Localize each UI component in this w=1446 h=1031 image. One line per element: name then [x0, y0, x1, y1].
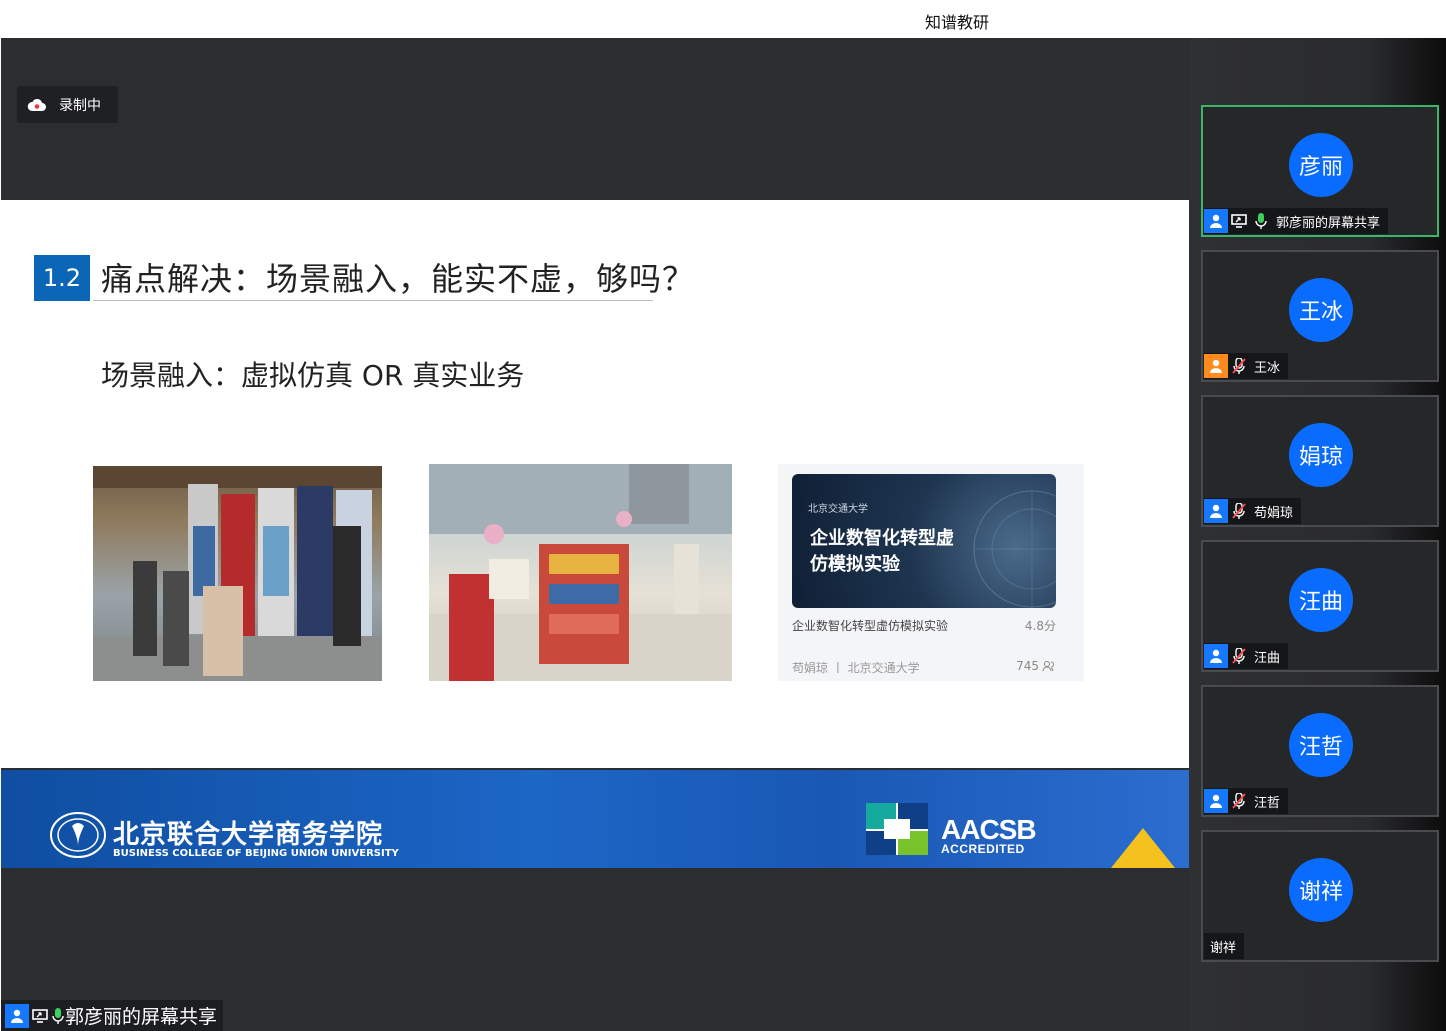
participant-tile[interactable]: 王冰 王冰 — [1201, 250, 1439, 382]
screen-share-icon — [29, 1004, 51, 1028]
mic-on-icon — [1250, 209, 1272, 233]
participant-name: 郭彦丽的屏幕共享 — [1276, 215, 1381, 231]
participants-sidebar: 彦丽 郭彦丽的屏幕共享 王冰 王冰 娟琼 苟娟琼 汪曲 汪曲 汪哲 汪哲 谢祥 … — [1189, 38, 1446, 1031]
cloud-icon — [27, 98, 46, 111]
title-bar: 知谱教研 — [0, 0, 1446, 38]
aacsb-logo-icon — [866, 803, 928, 855]
course-banner: 北京交通大学 企业数智化转型虚仿模拟实验 — [792, 474, 1056, 608]
screen-share-icon — [1228, 209, 1250, 233]
globe-graphic — [973, 490, 1056, 608]
recording-label: 录制中 — [59, 97, 101, 114]
participant-tile[interactable]: 彦丽 郭彦丽的屏幕共享 — [1201, 105, 1439, 237]
mic-on-icon — [51, 1004, 65, 1028]
course-school-logo: 北京交通大学 — [808, 504, 868, 515]
learner-count-value: 745 — [1016, 659, 1039, 673]
mic-muted-icon — [1228, 789, 1250, 813]
participant-tile[interactable]: 娟琼 苟娟琼 — [1201, 395, 1439, 527]
course-learner-count: 745 — [1016, 659, 1056, 673]
course-teacher-school: 苟娟琼 丨 北京交通大学 — [792, 661, 920, 675]
recording-badge[interactable]: 录制中 — [17, 86, 118, 123]
avatar: 娟琼 — [1289, 423, 1353, 487]
shared-screen-stage: 录制中 1.2 痛点解决：场景融入，能实不虚，够吗？ 场景融入：虚拟仿真 OR … — [1, 38, 1189, 1031]
avatar: 彦丽 — [1289, 133, 1353, 197]
participant-name-bar: 汪曲 — [1204, 643, 1289, 669]
university-emblem-icon — [50, 812, 106, 858]
participant-name-bar: 郭彦丽的屏幕共享 — [1204, 208, 1389, 234]
screen-share-label: 郭彦丽的屏幕共享 — [1, 1000, 224, 1031]
participant-name-bar: 谢祥 — [1204, 933, 1245, 959]
app-title: 知谱教研 — [925, 13, 990, 32]
aacsb-accredited-text: ACCREDITED — [941, 842, 1025, 856]
participant-name: 汪曲 — [1254, 650, 1281, 666]
participant-name: 王冰 — [1254, 360, 1281, 376]
course-score: 4.8分 — [1024, 619, 1056, 633]
title-underline — [93, 300, 653, 301]
participant-name-bar: 王冰 — [1204, 353, 1289, 379]
store-photo — [429, 464, 732, 681]
presentation-slide: 1.2 痛点解决：场景融入，能实不虚，够吗？ 场景融入：虚拟仿真 OR 真实业务 — [1, 200, 1189, 868]
user-icon — [1204, 644, 1228, 668]
participant-name: 谢祥 — [1210, 940, 1237, 956]
participant-name: 汪哲 — [1254, 795, 1281, 811]
slide-footer-banner: 北京联合大学商务学院 BUSINESS COLLEGE OF BEIJING U… — [1, 770, 1189, 868]
footer-decoration — [1111, 828, 1175, 868]
user-icon — [5, 1003, 29, 1028]
course-banner-title: 企业数智化转型虚仿模拟实验 — [810, 528, 954, 575]
slide-subtitle: 场景融入：虚拟仿真 OR 真实业务 — [101, 359, 525, 392]
participant-tile[interactable]: 谢祥 谢祥 — [1201, 830, 1439, 962]
avatar: 汪曲 — [1289, 568, 1353, 632]
mic-muted-icon — [1228, 354, 1250, 378]
participant-tile[interactable]: 汪曲 汪曲 — [1201, 540, 1439, 672]
slide-title: 痛点解决：场景融入，能实不虚，够吗？ — [101, 260, 696, 298]
mic-muted-icon — [1228, 644, 1250, 668]
user-icon — [1204, 209, 1228, 233]
screen-share-owner: 郭彦丽的屏幕共享 — [65, 1006, 218, 1028]
mic-muted-icon — [1228, 499, 1250, 523]
participant-name-bar: 苟娟琼 — [1204, 498, 1302, 524]
vending-machines-photo — [93, 466, 382, 681]
course-card[interactable]: 北京交通大学 企业数智化转型虚仿模拟实验 企业数智化转型虚仿模拟实验 4.8分 … — [778, 464, 1084, 681]
user-icon — [1204, 499, 1228, 523]
user-icon — [1204, 789, 1228, 813]
avatar: 汪哲 — [1289, 713, 1353, 777]
avatar: 谢祥 — [1289, 858, 1353, 922]
course-name: 企业数智化转型虚仿模拟实验 — [792, 619, 949, 633]
user-icon — [1204, 354, 1228, 378]
people-icon — [1042, 661, 1054, 672]
participant-name-bar: 汪哲 — [1204, 788, 1289, 814]
university-name-cn: 北京联合大学商务学院 — [113, 820, 384, 850]
participant-tile[interactable]: 汪哲 汪哲 — [1201, 685, 1439, 817]
university-name-en: BUSINESS COLLEGE OF BEIJING UNION UNIVER… — [113, 848, 399, 859]
avatar: 王冰 — [1289, 278, 1353, 342]
section-number: 1.2 — [34, 255, 90, 301]
participant-name: 苟娟琼 — [1254, 505, 1294, 521]
